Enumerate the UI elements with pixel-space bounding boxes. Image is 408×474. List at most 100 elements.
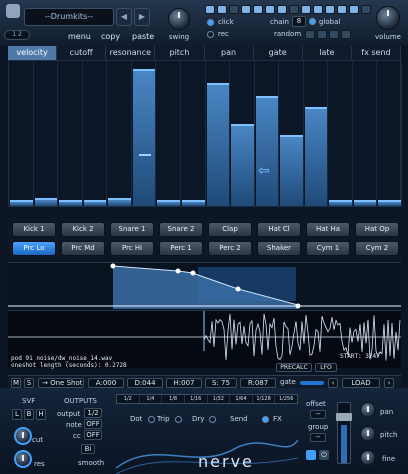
step-bar[interactable] — [34, 198, 58, 206]
solo-button[interactable]: S — [24, 378, 34, 388]
group-field[interactable]: -- — [310, 433, 326, 442]
envelope-display[interactable] — [8, 262, 401, 310]
step-bar[interactable] — [231, 124, 254, 206]
step-light[interactable] — [241, 5, 251, 14]
rec-toggle[interactable] — [207, 31, 214, 38]
step-bar[interactable] — [206, 83, 230, 206]
playmode-select[interactable]: → One Shot — [38, 378, 84, 388]
step-column[interactable] — [83, 61, 108, 206]
mute-button[interactable]: M — [11, 378, 21, 388]
pan-knob[interactable] — [360, 402, 376, 418]
pitch-knob[interactable] — [360, 426, 376, 442]
drum-pad[interactable]: Perc 2 — [208, 241, 252, 256]
step-bar[interactable] — [132, 69, 156, 206]
volume-knob[interactable] — [376, 6, 400, 30]
step-column[interactable] — [34, 61, 59, 206]
tab-cutoff[interactable]: cutoff — [57, 46, 107, 60]
envelope-point[interactable] — [110, 263, 116, 269]
drum-pad[interactable]: Snare 1 — [110, 222, 154, 237]
attack-field[interactable]: A:000 — [88, 378, 124, 388]
offset-field[interactable]: -- — [310, 410, 326, 419]
step-column[interactable] — [107, 61, 132, 206]
svf-bandpass-button[interactable]: B — [24, 409, 34, 420]
drum-pad[interactable]: Clap — [208, 222, 252, 237]
drum-pad[interactable]: Cym 2 — [355, 241, 399, 256]
output-select[interactable]: 1/2 — [84, 408, 102, 418]
chain-value[interactable]: 8 — [292, 16, 306, 27]
fx-toggle[interactable] — [262, 416, 269, 423]
lfo-button[interactable]: LFO — [315, 363, 337, 372]
random-button[interactable] — [329, 30, 339, 39]
step-bar[interactable] — [59, 200, 82, 206]
step-column[interactable] — [132, 61, 157, 206]
tab-resonance[interactable]: resonance — [106, 46, 156, 60]
step-column[interactable] — [353, 61, 378, 206]
step-column[interactable] — [181, 61, 206, 206]
division-option[interactable]: 1/32 — [208, 395, 231, 403]
step-bar[interactable] — [83, 200, 107, 206]
resonance-knob[interactable] — [14, 450, 32, 468]
load-next-button[interactable]: › — [384, 378, 394, 388]
link-icon[interactable] — [306, 450, 316, 460]
division-option[interactable]: 1/16 — [185, 395, 208, 403]
tab-velocity[interactable]: velocity — [8, 46, 58, 60]
sustain-field[interactable]: S: 75 — [205, 378, 237, 388]
step-bar[interactable] — [280, 135, 303, 206]
step-light[interactable] — [313, 5, 323, 14]
page-switch[interactable]: 1 2 — [4, 30, 30, 40]
step-light[interactable] — [265, 5, 275, 14]
random-button[interactable] — [317, 30, 327, 39]
step-column[interactable] — [328, 61, 353, 206]
dry-toggle[interactable] — [209, 416, 216, 423]
envelope-point[interactable] — [235, 286, 241, 292]
next-preset-button[interactable]: ▶ — [134, 8, 150, 26]
envelope-point[interactable] — [295, 303, 301, 309]
step-light[interactable] — [349, 5, 359, 14]
hold-field[interactable]: H:007 — [166, 378, 202, 388]
preset-selector[interactable]: --Drumkits-- — [24, 8, 114, 26]
power-icon[interactable]: ⏻ — [319, 450, 329, 460]
step-bar[interactable] — [378, 200, 401, 206]
step-bar[interactable] — [255, 96, 279, 206]
envelope-point[interactable] — [190, 270, 196, 276]
step-light[interactable] — [205, 5, 215, 14]
smooth-select[interactable]: Bi — [81, 444, 95, 454]
step-light[interactable] — [253, 5, 263, 14]
step-light[interactable] — [289, 5, 299, 14]
step-light[interactable] — [301, 5, 311, 14]
drum-pad[interactable]: Shaker — [257, 241, 301, 256]
drum-pad[interactable]: Hat Op — [355, 222, 399, 237]
step-column[interactable] — [279, 61, 304, 206]
tab-gate[interactable]: gate — [254, 46, 303, 60]
random-button[interactable] — [305, 30, 315, 39]
division-option[interactable]: 1/4 — [140, 395, 163, 403]
step-light[interactable] — [337, 5, 347, 14]
cutoff-knob[interactable] — [14, 427, 32, 445]
trip-toggle[interactable] — [175, 416, 182, 423]
envelope-graph[interactable] — [8, 263, 401, 311]
step-column[interactable] — [9, 61, 34, 206]
gate-prev-button[interactable]: ‹ — [328, 378, 338, 388]
drum-pad[interactable]: Cym 1 — [306, 241, 350, 256]
step-bar[interactable] — [10, 200, 33, 206]
step-light[interactable] — [229, 5, 239, 14]
svf-lowpass-button[interactable]: L — [12, 409, 22, 420]
tab-fx-send[interactable]: fx send — [352, 46, 401, 60]
drum-pad[interactable]: Prc Md — [61, 241, 105, 256]
division-option[interactable]: 1/64 — [230, 395, 253, 403]
decay-field[interactable]: D:044 — [127, 378, 163, 388]
tab-pan[interactable]: pan — [205, 46, 254, 60]
swing-knob[interactable] — [168, 8, 190, 30]
division-option[interactable]: 1/8 — [162, 395, 185, 403]
random-buttons[interactable] — [305, 30, 351, 39]
step-bar[interactable] — [108, 198, 131, 206]
click-toggle[interactable] — [207, 19, 214, 26]
drum-pad[interactable]: Kick 1 — [12, 222, 56, 237]
fader-handle[interactable] — [336, 413, 352, 421]
step-bar[interactable] — [329, 200, 352, 206]
dot-toggle[interactable] — [148, 416, 155, 423]
division-option[interactable]: 1/128 — [253, 395, 276, 403]
step-light[interactable] — [277, 5, 287, 14]
envelope-point[interactable] — [175, 268, 181, 274]
step-light[interactable] — [217, 5, 227, 14]
